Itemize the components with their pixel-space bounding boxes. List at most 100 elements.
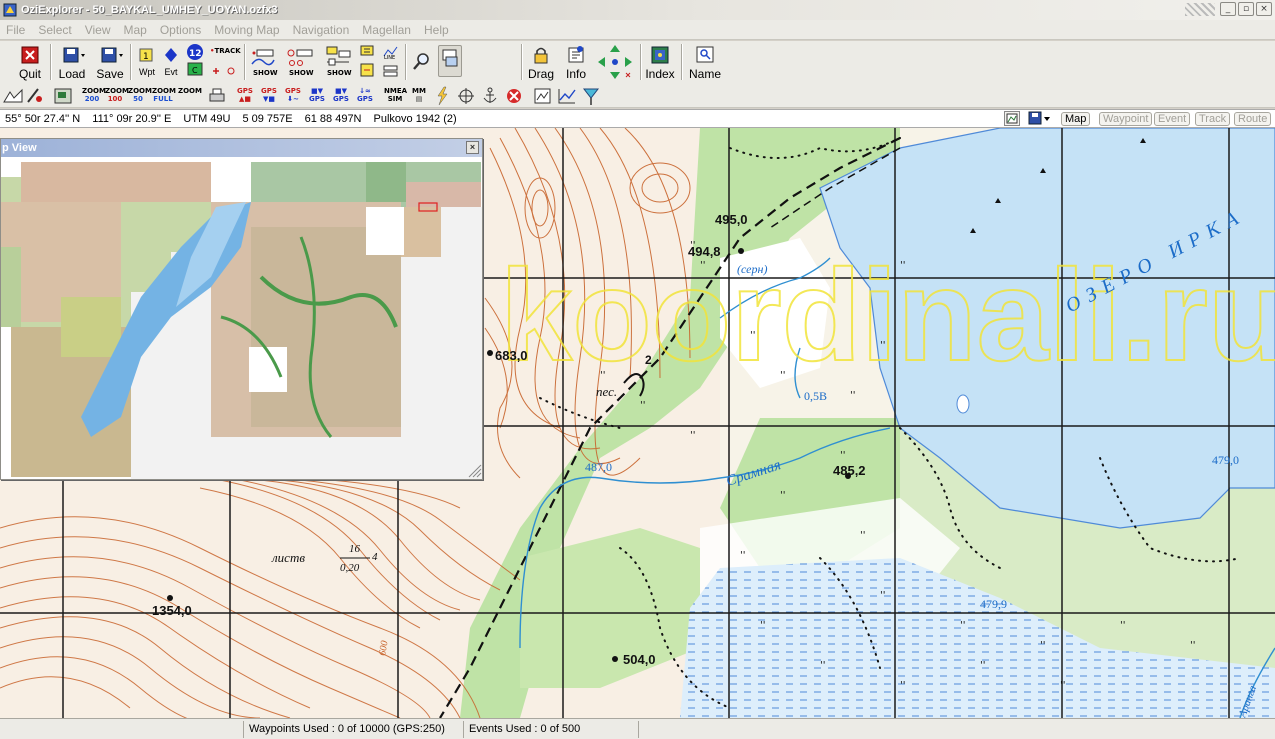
moving-map-button[interactable]: MM ▤ xyxy=(408,87,430,103)
minimize-button[interactable]: _ xyxy=(1220,2,1236,16)
svg-text:12: 12 xyxy=(189,49,202,59)
app-icon[interactable] xyxy=(3,3,17,17)
svg-text:'': '' xyxy=(690,430,696,441)
show-waypoints-button[interactable]: SHOW xyxy=(250,44,278,80)
gps-track-download-button[interactable]: ↓≈ GPS xyxy=(354,87,376,103)
quit-button[interactable]: Quit xyxy=(16,43,44,81)
show-events-button[interactable]: SHOW xyxy=(286,44,314,80)
printer-icon[interactable] xyxy=(206,86,228,106)
elevation-1354: 1354,0 xyxy=(152,603,192,618)
gps-routes-button[interactable]: ■▼ GPS xyxy=(330,87,352,103)
map-view-toggle-icon[interactable] xyxy=(1004,111,1020,126)
map-image-button[interactable] xyxy=(52,86,74,106)
nmea-sim-button[interactable]: NMEA SIM xyxy=(384,87,407,103)
toolbar-separator xyxy=(640,44,642,80)
move-arrows-button[interactable] xyxy=(596,43,634,81)
maximize-button[interactable]: ▫ xyxy=(1238,2,1254,16)
tab-map[interactable]: Map xyxy=(1061,112,1091,126)
close-button[interactable]: × xyxy=(1256,2,1272,16)
overview-map[interactable] xyxy=(1,157,482,479)
label-sern: (серн) xyxy=(737,262,767,276)
zoom-full-button[interactable]: ZOOM FULL xyxy=(152,87,176,103)
drag-button[interactable]: Drag xyxy=(527,43,555,81)
gps-waypoints-button[interactable]: ■▼ GPS xyxy=(306,87,328,103)
map-view-window[interactable]: p View × xyxy=(0,138,483,480)
elevation-487: 487,0 xyxy=(585,460,612,474)
menu-map[interactable]: Map xyxy=(124,23,147,37)
menu-navigation[interactable]: Navigation xyxy=(293,23,350,37)
toolbar-separator xyxy=(405,44,407,80)
main-toolbar: Quit Load Save 1 Wpt Evt 12 C •TRACK SHO… xyxy=(0,41,1275,119)
line-button[interactable]: LINE xyxy=(382,44,400,80)
elevation-479: 479,0 xyxy=(1212,453,1239,467)
track-add-button[interactable] xyxy=(210,65,238,77)
info-button[interactable]: Info xyxy=(564,43,588,81)
menu-help[interactable]: Help xyxy=(424,23,449,37)
gps-tracks-button[interactable]: GPS ⬇~ xyxy=(282,87,304,103)
svg-text:'': '' xyxy=(900,680,906,691)
quit-icon xyxy=(20,45,40,65)
toolbar-separator xyxy=(521,44,523,80)
zoom-100-button[interactable]: ZOOM 100 xyxy=(105,87,129,103)
index-button[interactable]: Index xyxy=(645,43,675,81)
map-window-button[interactable] xyxy=(438,45,462,77)
green-waypoint-button[interactable]: C xyxy=(187,62,203,76)
menu-select[interactable]: Select xyxy=(38,23,71,37)
waypoint-button[interactable]: 1 Wpt xyxy=(137,43,157,81)
antenna-icon[interactable] xyxy=(580,86,602,106)
svg-text:'': '' xyxy=(840,450,846,461)
menu-magellan[interactable]: Magellan xyxy=(362,23,411,37)
crosshair-icon[interactable] xyxy=(455,86,477,106)
label-sand: пес. xyxy=(596,384,617,399)
track-button[interactable]: •TRACK xyxy=(210,48,241,55)
tab-waypoint[interactable]: Waypoint xyxy=(1099,112,1153,126)
altitude-icon[interactable] xyxy=(532,86,554,106)
tab-track[interactable]: Track xyxy=(1195,112,1231,126)
load-icon xyxy=(62,45,85,65)
elevation-495: 495,0 xyxy=(715,212,748,227)
event-button[interactable]: Evt xyxy=(161,43,181,81)
stop-icon[interactable] xyxy=(503,86,525,106)
svg-text:C: C xyxy=(192,66,198,75)
map-view-title-bar[interactable]: p View × xyxy=(1,139,482,157)
menu-view[interactable]: View xyxy=(85,23,111,37)
graph-icon[interactable] xyxy=(556,86,578,106)
window-title: OziExplorer - 50_BAYKAL_UMHEY_UOYAN.ozfx… xyxy=(21,4,278,16)
title-grip xyxy=(1185,3,1215,16)
lock-icon xyxy=(531,45,551,65)
svg-text:'': '' xyxy=(820,660,826,671)
name-button[interactable]: Name xyxy=(688,43,722,81)
zoom-200-button[interactable]: ZOOM 200 xyxy=(82,87,106,103)
zoom-50-button[interactable]: ZOOM 50 xyxy=(128,87,152,103)
nmea-lightning-button[interactable] xyxy=(432,86,454,106)
menu-file[interactable]: File xyxy=(6,23,25,37)
map-view-close-button[interactable]: × xyxy=(466,141,479,154)
coordinate-bar: 55° 50r 27.4'' N 111° 09r 20.9'' E UTM 4… xyxy=(0,109,1275,128)
gps-download-button[interactable]: GPS ▼■ xyxy=(258,87,280,103)
print-map-button[interactable] xyxy=(2,86,24,106)
elevation-494-8: 494,8 xyxy=(688,244,721,259)
menu-moving-map[interactable]: Moving Map xyxy=(214,23,279,37)
ruler-button[interactable] xyxy=(24,86,46,106)
waypoints-used: Waypoints Used : 0 of 10000 (GPS:250) xyxy=(243,721,463,738)
anchor-icon[interactable] xyxy=(479,86,501,106)
route-button[interactable] xyxy=(359,44,377,80)
gps-upload-button[interactable]: GPS ▲■ xyxy=(234,87,256,103)
find-button[interactable] xyxy=(411,50,433,72)
numbered-waypoint-button[interactable]: 12 xyxy=(186,43,204,61)
menu-options[interactable]: Options xyxy=(160,23,201,37)
load-button[interactable]: Load xyxy=(57,43,87,81)
menu-bar: File Select View Map Options Moving Map … xyxy=(0,20,1275,40)
tab-event[interactable]: Event xyxy=(1154,112,1191,126)
status-cell-right xyxy=(638,721,1275,738)
tab-route[interactable]: Route xyxy=(1234,112,1272,126)
save-button[interactable]: Save xyxy=(95,43,125,81)
diamond-icon xyxy=(161,45,181,65)
latitude: 55° 50r 27.4'' N xyxy=(5,112,81,125)
show-tracks-button[interactable]: SHOW xyxy=(324,44,352,80)
save-view-icon[interactable] xyxy=(1028,111,1052,126)
title-bar: OziExplorer - 50_BAYKAL_UMHEY_UOYAN.ozfx… xyxy=(0,0,1275,20)
zoom-custom-button[interactable]: ZOOM xyxy=(178,87,202,103)
svg-text:'': '' xyxy=(640,400,646,411)
depth-label: 0,5В xyxy=(804,389,827,403)
